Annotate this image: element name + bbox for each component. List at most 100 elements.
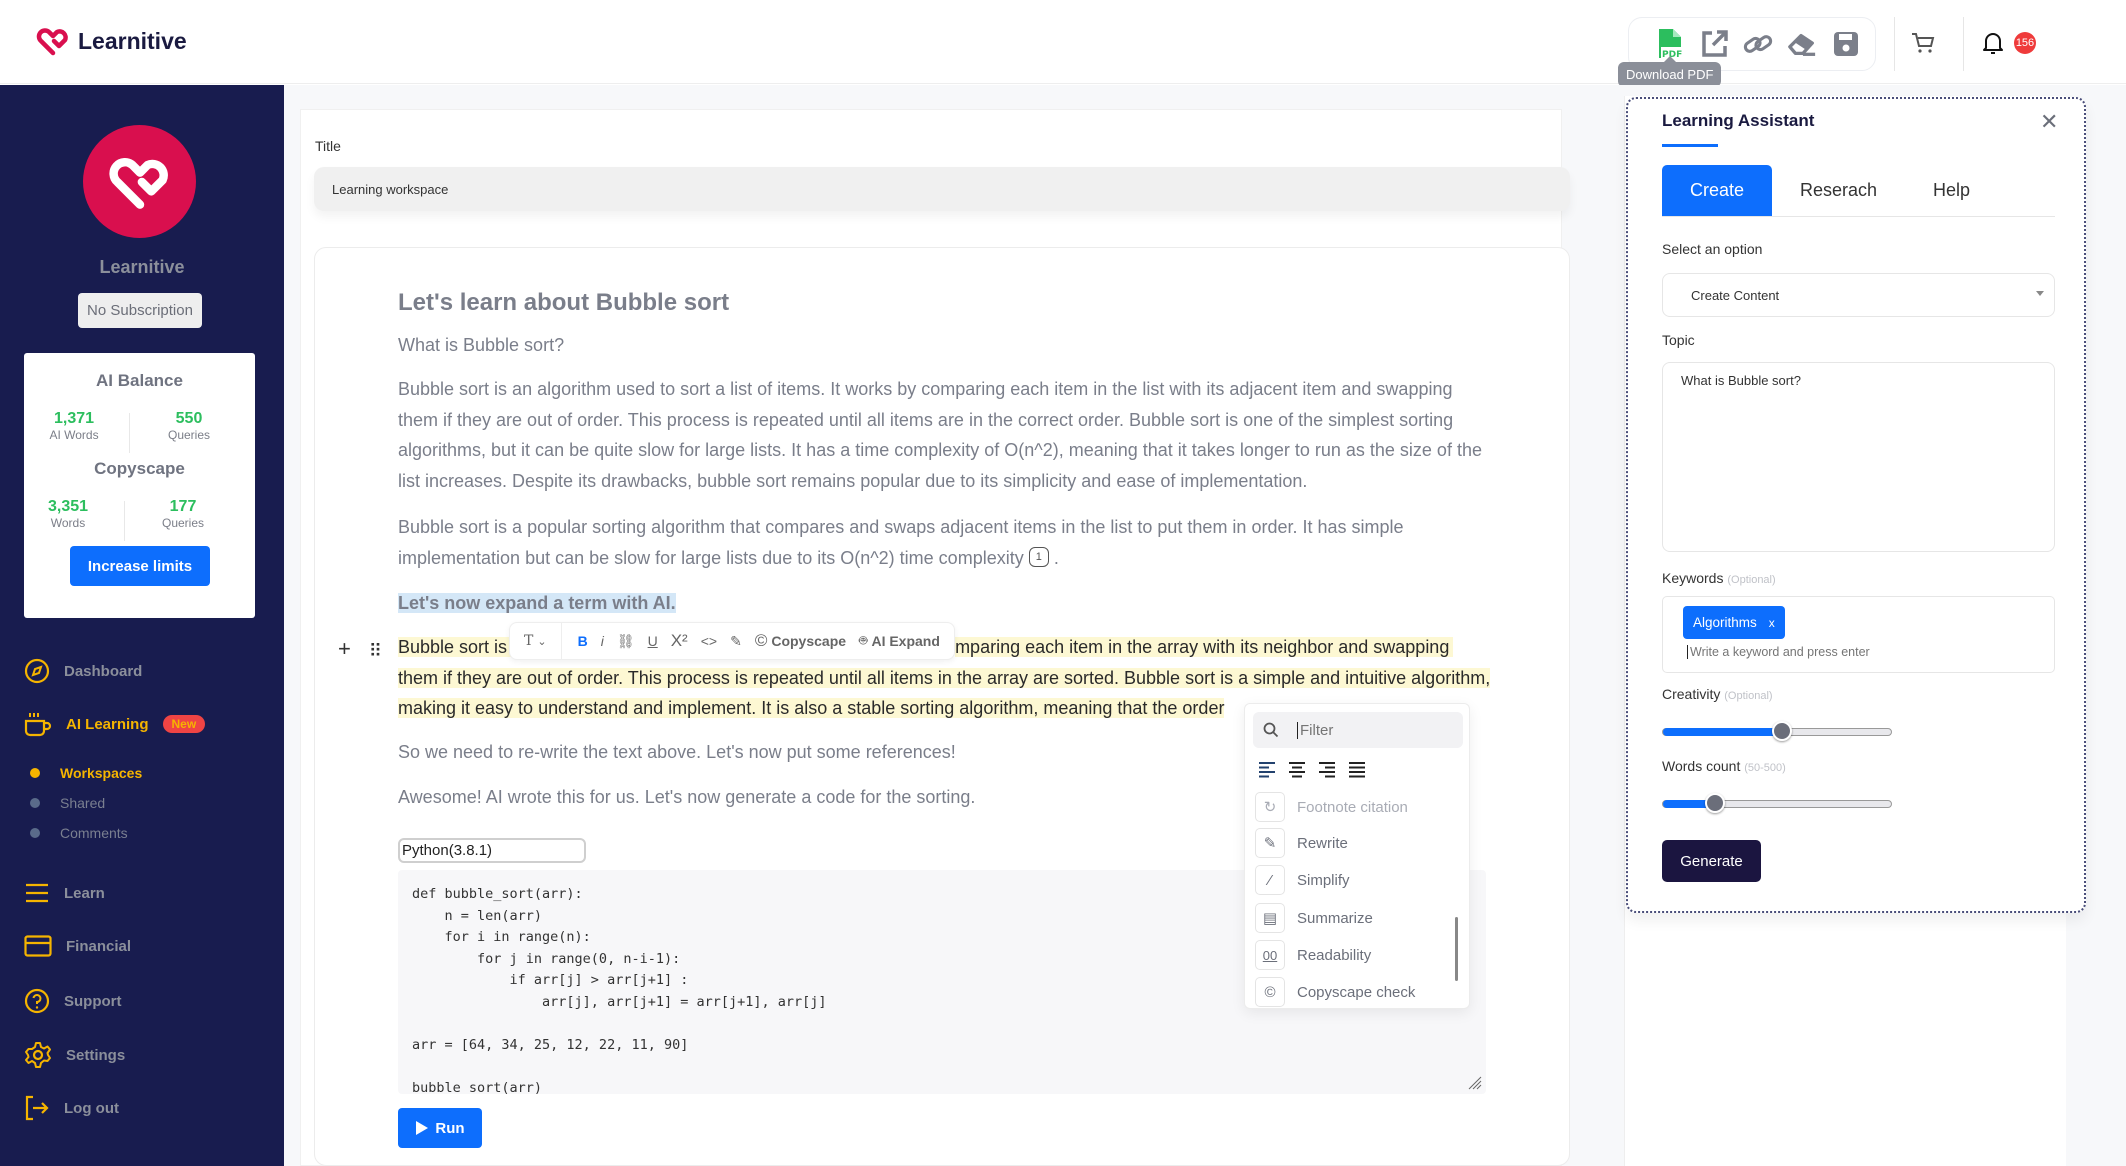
underline-button[interactable]: U <box>648 633 658 649</box>
menu-item-label: Summarize <box>1297 909 1373 927</box>
external-link-icon <box>1702 30 1728 57</box>
profile-avatar[interactable] <box>83 125 196 238</box>
italic-button[interactable]: i <box>601 633 604 649</box>
align-center-icon[interactable] <box>1287 760 1307 780</box>
doc-paragraph-2[interactable]: Bubble sort is a popular sorting algorit… <box>398 512 1498 573</box>
bold-button[interactable]: B <box>578 633 588 649</box>
highlight-button[interactable]: ✎ <box>730 633 742 650</box>
eraser-button[interactable] <box>1787 28 1817 60</box>
ai-queries-value: 550 <box>175 410 203 427</box>
menu-item-readability[interactable]: 00 Readability <box>1255 940 1371 970</box>
menu-item-label: Simplify <box>1297 871 1350 889</box>
add-block-icon[interactable]: + <box>338 636 351 666</box>
text-style-dropdown[interactable]: T ⌄ <box>524 633 547 649</box>
words-count-slider[interactable] <box>1662 793 1892 813</box>
tab-create[interactable]: Create <box>1662 165 1772 216</box>
language-select[interactable]: Python(3.8.1) <box>398 838 586 863</box>
nav-logout[interactable]: Log out <box>24 1095 119 1121</box>
topic-label: Topic <box>1662 332 1695 348</box>
menu-item-label: Copyscape check <box>1297 983 1416 1001</box>
command-menu: ↻ Footnote citation ✎ Rewrite ⁄ Simplify… <box>1244 703 1470 1009</box>
ai-words-stat: 1,371 AI Words <box>34 410 114 442</box>
superscript-button[interactable]: X² <box>671 631 688 651</box>
doc-heading[interactable]: Let's learn about Bubble sort <box>398 288 729 319</box>
increase-limits-button[interactable]: Increase limits <box>70 546 210 586</box>
menu-item-rewrite[interactable]: ✎ Rewrite <box>1255 828 1348 858</box>
words-count-hint: (50-500) <box>1744 762 1786 774</box>
footnote-marker[interactable]: 1 <box>1028 546 1049 567</box>
doc-expand-heading[interactable]: Let's now expand a term with AI. <box>398 588 676 619</box>
doc-paragraph-3[interactable]: So we need to re-write the text above. L… <box>398 737 956 768</box>
ai-words-value: 1,371 <box>53 410 95 427</box>
align-right-icon[interactable] <box>1317 760 1337 780</box>
creativity-slider[interactable] <box>1662 721 1892 741</box>
link-button[interactable]: ⛓ <box>617 633 635 650</box>
nav-label: Financial <box>66 937 132 955</box>
compass-icon <box>24 658 50 684</box>
menu-item-simplify[interactable]: ⁄ Simplify <box>1255 865 1350 895</box>
rewrite-icon: ✎ <box>1255 828 1285 858</box>
magic-wand-icon: ⁄ <box>1255 865 1285 895</box>
subscription-button[interactable]: No Subscription <box>78 293 202 328</box>
doc-paragraph-1[interactable]: Bubble sort is an algorithm used to sort… <box>398 374 1498 496</box>
nav-ai-learning[interactable]: AI Learning New <box>24 711 206 737</box>
ai-expand-label: AI Expand <box>871 633 940 649</box>
subnav-label: Workspaces <box>60 765 143 781</box>
menu-scrollbar[interactable] <box>1455 917 1458 981</box>
option-select[interactable]: Create Content <box>1662 273 2055 317</box>
tab-research[interactable]: Reserach <box>1772 165 1905 216</box>
generate-button[interactable]: Generate <box>1662 840 1761 882</box>
remove-keyword-icon[interactable]: x <box>1769 616 1775 630</box>
cart-button[interactable] <box>1910 30 1936 61</box>
drag-handle-icon[interactable]: ⠿ <box>369 636 382 666</box>
align-justify-icon[interactable] <box>1347 760 1367 780</box>
nav-dashboard[interactable]: Dashboard <box>24 658 142 684</box>
logout-icon <box>25 1095 49 1121</box>
title-input[interactable]: Learning workspace <box>314 167 1570 211</box>
topic-textarea[interactable]: What is Bubble sort? <box>1662 362 2055 552</box>
align-left-icon[interactable] <box>1257 760 1277 780</box>
copyscape-title: Copyscape <box>94 459 185 478</box>
notifications-button[interactable] <box>1981 30 2005 61</box>
doc-paragraph-4[interactable]: Awesome! AI wrote this for us. Let's now… <box>398 782 975 813</box>
underline-icon: U <box>647 633 658 649</box>
filter-input[interactable] <box>1297 721 1437 739</box>
text-line: Bubble sort is <box>398 637 514 657</box>
resize-handle-icon[interactable] <box>1466 1074 1482 1090</box>
slider-knob[interactable] <box>1705 793 1726 813</box>
help-icon <box>24 988 50 1014</box>
nav-support[interactable]: Support <box>24 988 122 1014</box>
copyscape-button[interactable]: © Copyscape <box>755 631 846 651</box>
brand-logo[interactable]: Learnitive <box>36 26 187 56</box>
subnav-workspaces[interactable]: Workspaces <box>30 765 142 781</box>
subnav-shared[interactable]: Shared <box>30 795 105 811</box>
menu-item-footnote-citation[interactable]: ↻ Footnote citation <box>1255 792 1408 822</box>
keywords-input-box[interactable]: Algorithms x <box>1662 596 2055 673</box>
text-line: list increases. Despite its drawbacks, b… <box>398 470 1308 491</box>
run-code-button[interactable]: Run <box>398 1108 482 1148</box>
ai-expand-button[interactable]: 🤖︎ AI Expand <box>859 631 940 651</box>
text-line: them if they are out of order. This proc… <box>398 409 1454 430</box>
copy-link-button[interactable] <box>1743 28 1773 60</box>
divider <box>129 413 130 453</box>
doc-question[interactable]: What is Bubble sort? <box>398 330 564 361</box>
code-button[interactable]: <> <box>701 633 717 649</box>
tab-help[interactable]: Help <box>1905 165 1998 216</box>
menu-item-copyscape-check[interactable]: © Copyscape check <box>1255 977 1415 1007</box>
link-icon <box>1743 35 1773 53</box>
nav-financial[interactable]: Financial <box>24 935 131 957</box>
bullet-icon <box>30 828 40 838</box>
nav-learn[interactable]: Learn <box>24 882 105 904</box>
save-button[interactable] <box>1831 28 1861 60</box>
creativity-label-text: Creativity <box>1662 686 1721 702</box>
subnav-comments[interactable]: Comments <box>30 825 128 841</box>
menu-item-summarize[interactable]: ▤ Summarize <box>1255 903 1373 933</box>
text-type-icon: T <box>524 633 534 649</box>
nav-settings[interactable]: Settings <box>24 1041 125 1069</box>
close-icon[interactable]: ✕ <box>2040 109 2058 135</box>
slider-knob[interactable] <box>1771 721 1792 741</box>
superscript-icon: X² <box>670 631 688 650</box>
keyword-input[interactable] <box>1687 645 1987 659</box>
open-external-button[interactable] <box>1699 28 1729 60</box>
robot-icon: 🤖︎ <box>859 632 868 648</box>
